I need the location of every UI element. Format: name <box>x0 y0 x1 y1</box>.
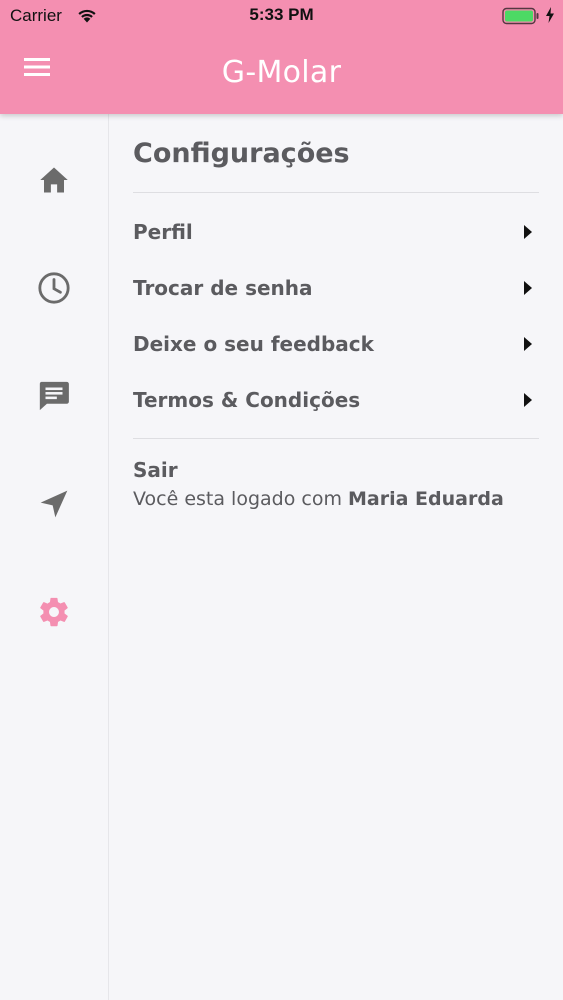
page-title: Configurações <box>133 138 350 169</box>
sidebar-item-history[interactable] <box>30 264 78 312</box>
sidebar-item-location[interactable] <box>30 480 78 528</box>
app-header: Carrier 5:33 PM G-Molar <box>0 0 563 114</box>
section-divider <box>133 438 539 439</box>
menu-item-termos[interactable]: Termos & Condições <box>133 380 533 420</box>
battery-icon <box>502 7 539 25</box>
logout-button[interactable]: Sair Você esta logado com Maria Eduarda <box>133 458 533 510</box>
sidebar-item-settings[interactable] <box>30 588 78 636</box>
charging-icon <box>546 7 554 23</box>
home-icon <box>40 167 68 193</box>
sidebar-item-messages[interactable] <box>30 372 78 420</box>
logged-in-info: Você esta logado com Maria Eduarda <box>133 488 533 510</box>
app-title: G-Molar <box>221 55 342 90</box>
caret-right-icon <box>524 393 532 407</box>
settings-panel: Configurações Perfil Trocar de senha Dei… <box>110 114 563 1000</box>
logout-label: Sair <box>133 458 178 482</box>
menu-item-label: Deixe o seu feedback <box>133 332 374 356</box>
status-bar: Carrier 5:33 PM <box>0 0 563 32</box>
menu-item-label: Trocar de senha <box>133 276 313 300</box>
logged-in-prefix: Você esta logado com <box>133 488 348 510</box>
menu-item-feedback[interactable]: Deixe o seu feedback <box>133 324 533 364</box>
menu-item-trocar-senha[interactable]: Trocar de senha <box>133 268 533 308</box>
status-time: 5:33 PM <box>249 5 314 24</box>
sidebar <box>0 114 109 1000</box>
menu-item-perfil[interactable]: Perfil <box>133 212 533 252</box>
menu-item-label: Termos & Condições <box>133 388 361 412</box>
title-divider <box>133 192 539 193</box>
gear-icon <box>40 597 68 627</box>
chat-icon <box>39 381 69 411</box>
caret-right-icon <box>524 337 532 351</box>
navigation-icon <box>40 490 68 518</box>
caret-right-icon <box>524 225 532 239</box>
logged-in-user: Maria Eduarda <box>348 488 504 510</box>
menu-item-label: Perfil <box>133 220 193 244</box>
clock-icon <box>38 272 70 304</box>
sidebar-item-home[interactable] <box>30 156 78 204</box>
caret-right-icon <box>524 281 532 295</box>
